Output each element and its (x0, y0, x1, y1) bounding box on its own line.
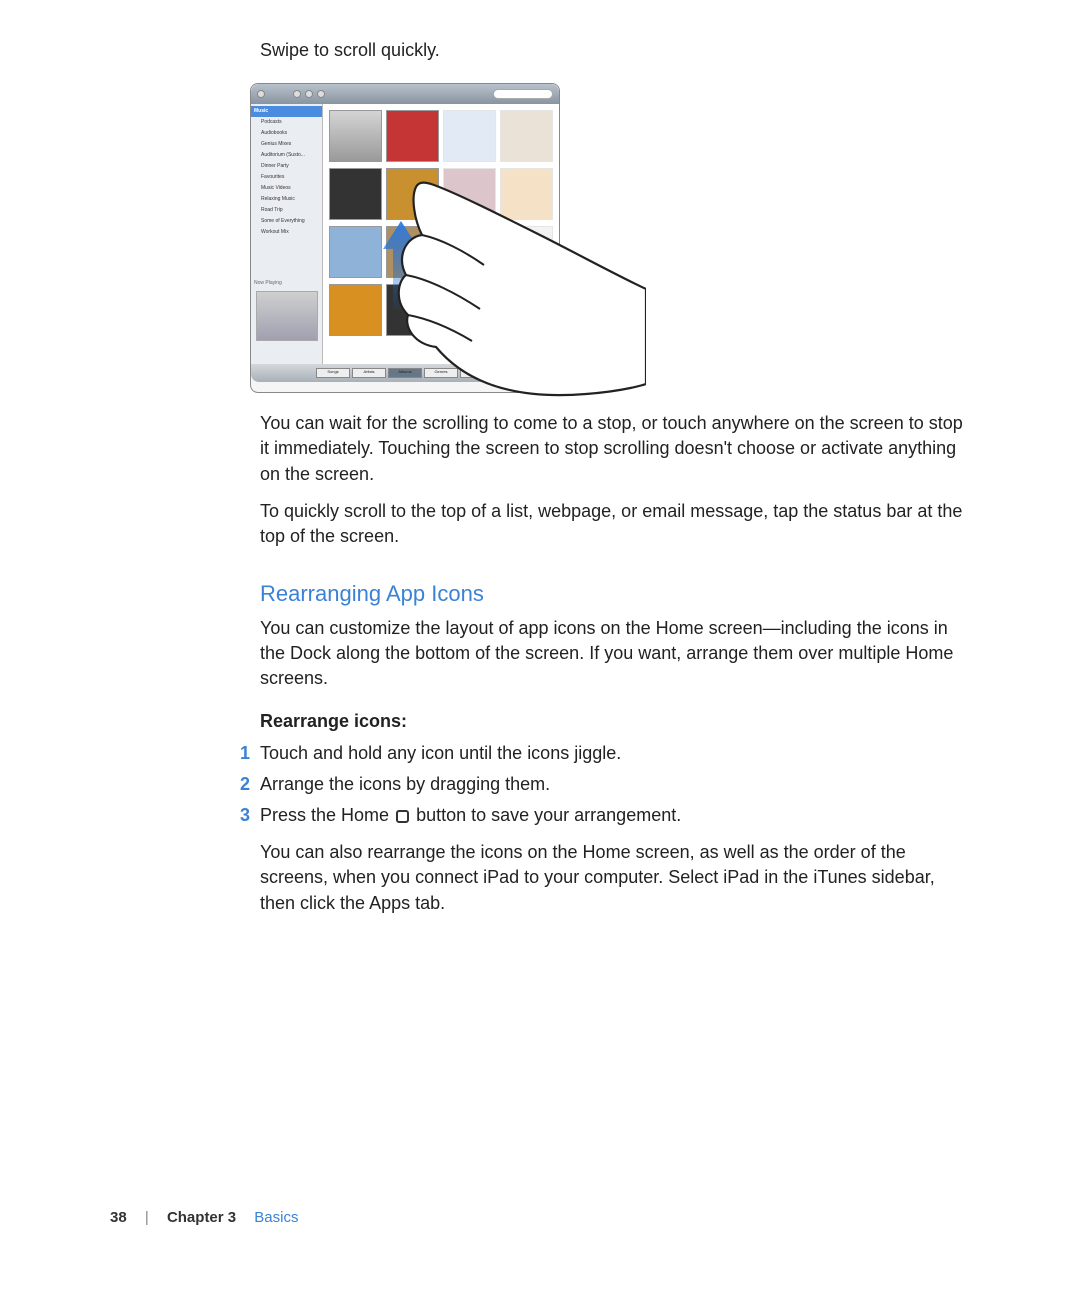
sidebar-item: Music Videos (251, 183, 322, 194)
sidebar-item: Some of Everything (251, 216, 322, 227)
swipe-illustration: Music Podcasts Audiobooks Genius Mixes A… (250, 83, 560, 393)
bottom-tab: Genres (424, 368, 458, 378)
steps-heading: Rearrange icons: (260, 709, 965, 734)
step-item: Press the Home button to save your arran… (240, 803, 965, 828)
section-heading: Rearranging App Icons (260, 579, 965, 610)
step-item: Arrange the icons by dragging them. (240, 772, 965, 797)
home-button-icon (396, 810, 409, 823)
now-playing-label: Now Playing (251, 278, 322, 289)
body-paragraph: To quickly scroll to the top of a list, … (260, 499, 965, 549)
sidebar-item: Podcasts (251, 117, 322, 128)
step-item: Touch and hold any icon until the icons … (240, 741, 965, 766)
body-paragraph: You can customize the layout of app icon… (260, 616, 965, 692)
sidebar-item: Favourites (251, 172, 322, 183)
sidebar-header: Music (251, 106, 322, 117)
bottom-tab: Composers (460, 368, 494, 378)
bottom-tab: Artists (352, 368, 386, 378)
sidebar-item: Auditorium (Susto... (251, 150, 322, 161)
sidebar-item: Relaxing Music (251, 194, 322, 205)
bottom-tab: Songs (316, 368, 350, 378)
page-number: 38 (110, 1209, 127, 1226)
now-playing-art (256, 291, 318, 341)
chapter-label: Chapter 3 (167, 1209, 236, 1226)
sidebar-item: Dinner Party (251, 161, 322, 172)
body-paragraph: You can also rearrange the icons on the … (260, 840, 965, 916)
bottom-tab: Albums (388, 368, 422, 378)
sidebar-item: Workout Mix (251, 227, 322, 238)
sidebar-item: Road Trip (251, 205, 322, 216)
steps-list: Touch and hold any icon until the icons … (260, 741, 965, 829)
sidebar-item: Audiobooks (251, 128, 322, 139)
intro-text: Swipe to scroll quickly. (260, 38, 965, 63)
sidebar-item: Genius Mixes (251, 139, 322, 150)
page-footer: 38 | Chapter 3 Basics (110, 1207, 298, 1228)
search-input-illustration (493, 89, 553, 99)
body-paragraph: You can wait for the scrolling to come t… (260, 411, 965, 487)
chapter-name: Basics (254, 1209, 298, 1226)
